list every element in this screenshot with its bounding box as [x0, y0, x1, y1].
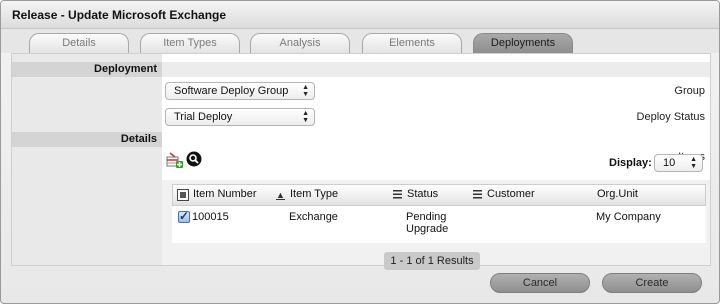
cell-status-line2: Upgrade [406, 223, 449, 235]
column-customer[interactable]: Customer [487, 188, 535, 200]
deployment-panel: Deployment Group Software Deploy Group ▲… [11, 53, 711, 270]
table-header: Item Number ▲ Item Type Status Customer … [172, 184, 706, 206]
column-item-number[interactable]: Item Number [193, 188, 257, 200]
items-table: Item Number ▲ Item Type Status Customer … [162, 180, 710, 270]
display-count-value: 10 [663, 157, 676, 169]
sort-icon[interactable] [393, 190, 402, 201]
deploy-status-select[interactable]: Trial Deploy ▲ ▼ [165, 108, 315, 126]
cell-item-type: Exchange [289, 211, 338, 223]
table-row[interactable]: 100015 Exchange Pending Upgrade My Compa… [172, 206, 706, 243]
cell-item-number: 100015 [192, 211, 229, 223]
tab-item-types[interactable]: Item Types [140, 33, 240, 53]
deployment-section-header: Deployment [12, 62, 162, 77]
select-arrows-icon: ▲ ▼ [690, 156, 697, 170]
add-item-icon[interactable] [166, 151, 184, 172]
group-label: Group [674, 85, 705, 97]
tab-bar: Details Item Types Analysis Elements Dep… [1, 29, 719, 53]
group-select[interactable]: Software Deploy Group ▲ ▼ [165, 82, 315, 100]
deploy-status-label: Deploy Status [636, 111, 705, 123]
deploy-status-value: Trial Deploy [174, 111, 233, 123]
sort-icon[interactable] [473, 190, 482, 201]
tab-analysis[interactable]: Analysis [250, 33, 350, 53]
sort-ascending-icon[interactable]: ▲ [276, 190, 285, 200]
cancel-button[interactable]: Cancel [490, 273, 590, 293]
select-arrows-icon: ▲ ▼ [302, 84, 309, 98]
display-count-select[interactable]: 10 ▲ ▼ [654, 154, 703, 172]
column-org-unit[interactable]: Org.Unit [597, 188, 638, 200]
deployment-section-bar [162, 62, 710, 77]
details-section-header: Details [12, 132, 162, 147]
column-item-type[interactable]: Item Type [290, 188, 338, 200]
release-window: Release - Update Microsoft Exchange Deta… [0, 0, 720, 304]
select-all-icon[interactable] [177, 189, 189, 203]
window-title: Release - Update Microsoft Exchange [12, 8, 227, 22]
tab-deployments[interactable]: Deployments [473, 33, 573, 53]
select-arrows-icon: ▲ ▼ [302, 110, 309, 124]
tab-elements[interactable]: Elements [362, 33, 462, 53]
tab-details[interactable]: Details [29, 33, 129, 53]
column-status[interactable]: Status [407, 188, 438, 200]
title-bar: Release - Update Microsoft Exchange [1, 1, 719, 29]
label-column [12, 54, 162, 265]
results-count: 1 - 1 of 1 Results [384, 252, 480, 270]
cell-status-line1: Pending [406, 211, 447, 223]
create-button[interactable]: Create [602, 273, 702, 293]
group-select-value: Software Deploy Group [174, 85, 289, 97]
search-icon[interactable] [186, 151, 202, 170]
display-label: Display: [609, 157, 652, 169]
cell-org-unit: My Company [596, 211, 661, 223]
row-checkbox[interactable] [178, 209, 190, 223]
